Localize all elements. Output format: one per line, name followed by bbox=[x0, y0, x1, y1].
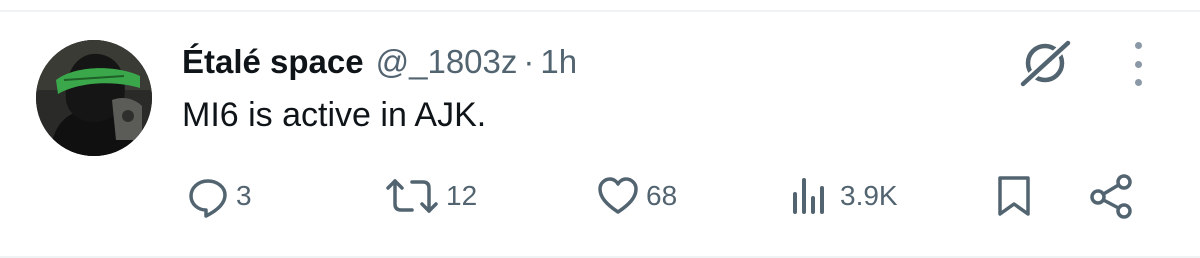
avatar-image bbox=[36, 40, 152, 156]
retweet-count: 12 bbox=[446, 180, 478, 211]
reply-icon bbox=[189, 179, 227, 218]
views-count: 3.9K bbox=[840, 180, 898, 211]
share-icon bbox=[1090, 174, 1132, 219]
views-icon bbox=[793, 178, 824, 214]
tweet-timestamp[interactable]: 1h bbox=[540, 43, 577, 81]
heart-icon bbox=[598, 177, 638, 214]
author-handle[interactable]: @_1803z bbox=[376, 43, 518, 81]
tweet-header: Étalé space @_1803z · 1h bbox=[182, 40, 577, 84]
avatar[interactable] bbox=[36, 40, 152, 156]
more-vertical-icon bbox=[1134, 42, 1142, 49]
more-options-button[interactable] bbox=[1126, 42, 1150, 86]
grok-icon bbox=[1017, 38, 1074, 88]
reply-button[interactable]: 3 bbox=[186, 172, 252, 220]
author-display-name[interactable]: Étalé space bbox=[182, 43, 364, 81]
like-count: 68 bbox=[646, 180, 678, 211]
bookmark-icon bbox=[998, 176, 1030, 216]
share-button[interactable] bbox=[1088, 172, 1136, 220]
retweet-icon bbox=[386, 179, 438, 213]
retweet-button[interactable]: 12 bbox=[384, 172, 477, 220]
tweet-text: MI6 is active in AJK. bbox=[182, 96, 487, 134]
header-separator: · bbox=[523, 43, 535, 80]
top-divider bbox=[0, 10, 1200, 12]
reply-count: 3 bbox=[236, 180, 252, 211]
views-button[interactable]: 3.9K bbox=[790, 172, 898, 220]
bookmark-button[interactable] bbox=[994, 172, 1034, 220]
grok-button[interactable] bbox=[1016, 38, 1074, 88]
like-button[interactable]: 68 bbox=[596, 172, 677, 220]
